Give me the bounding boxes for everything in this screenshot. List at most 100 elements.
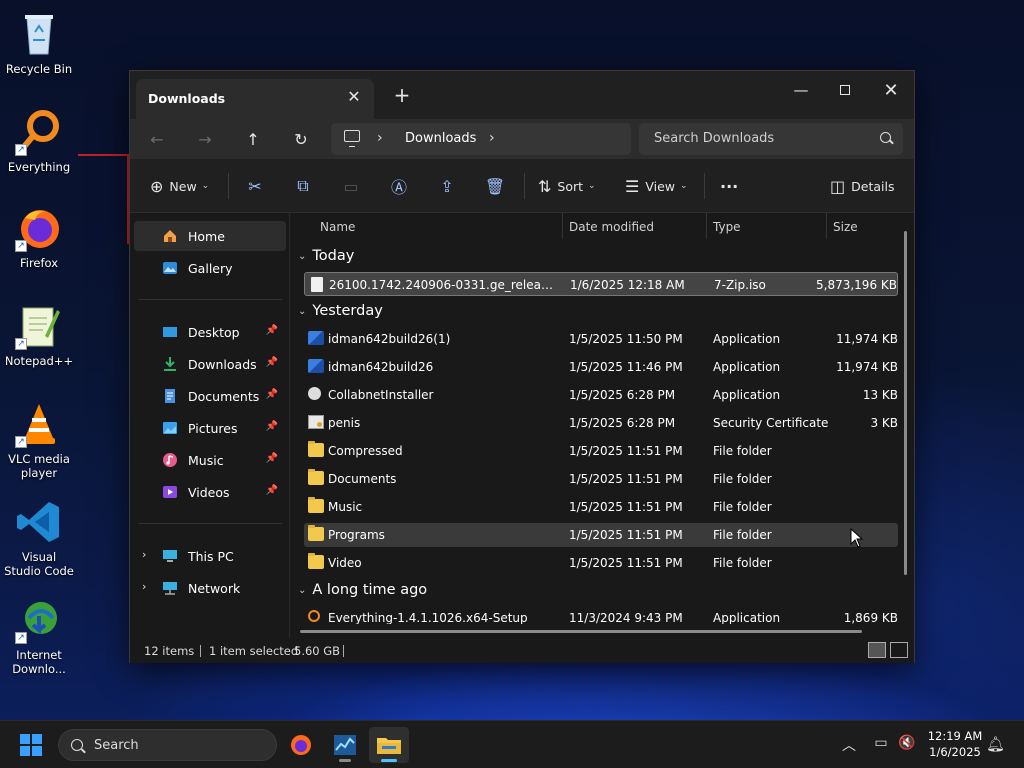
minimize-button[interactable]: —: [778, 75, 824, 105]
start-button[interactable]: [20, 734, 42, 756]
new-button[interactable]: ⊕ New ⌄: [150, 173, 209, 199]
desktop-icon-idm[interactable]: ↗ Internet Downlo...: [2, 596, 76, 676]
group-header-yesterday[interactable]: ⌄ Yesterday: [298, 299, 383, 323]
back-button[interactable]: ←: [141, 125, 173, 153]
internet-download-manager-icon: ↗: [15, 596, 63, 644]
chevron-down-icon: ⌄: [298, 305, 307, 317]
taskbar-task-manager[interactable]: [325, 727, 365, 763]
file-row[interactable]: idman642build26 1/5/2025 11:46 PM Applic…: [304, 355, 898, 379]
sidebar-item-gallery[interactable]: Gallery: [134, 253, 286, 283]
sidebar-item-label: Home: [188, 228, 225, 244]
pin-icon[interactable]: 📌: [266, 485, 278, 496]
breadcrumb-downloads[interactable]: Downloads: [405, 131, 476, 146]
view-button[interactable]: ☰ View ⌄: [625, 173, 688, 199]
search-input[interactable]: Search Downloads: [639, 123, 903, 155]
selection-count: 1 item selected: [209, 644, 299, 658]
address-bar[interactable]: › Downloads ›: [331, 123, 631, 155]
file-row[interactable]: 26100.1742.240906-0331.ge_release_svc_r.…: [304, 272, 898, 296]
file-size: 1,869 KB: [843, 611, 898, 624]
chevron-right-icon[interactable]: ›: [489, 130, 495, 146]
sidebar-item-videos[interactable]: Videos 📌: [134, 477, 286, 507]
chevron-right-icon[interactable]: ›: [142, 548, 146, 561]
horizontal-scrollbar[interactable]: [300, 630, 862, 633]
desktop-icon-firefox[interactable]: ↗ Firefox: [2, 204, 76, 270]
file-row[interactable]: Video 1/5/2025 11:51 PM File folder: [304, 551, 898, 575]
chevron-right-icon[interactable]: ›: [142, 580, 146, 593]
installer-icon: [308, 387, 321, 400]
pin-icon[interactable]: 📌: [266, 357, 278, 368]
taskbar-search-box[interactable]: Search: [58, 729, 277, 761]
pin-icon[interactable]: 📌: [266, 421, 278, 432]
sidebar-item-desktop[interactable]: Desktop 📌: [134, 317, 286, 347]
maximize-button[interactable]: [822, 75, 868, 105]
firefox-icon: ↗: [15, 204, 63, 252]
column-header-date[interactable]: Date modified: [569, 213, 654, 241]
file-row[interactable]: CollabnetInstaller 1/5/2025 6:28 PM Appl…: [304, 383, 898, 407]
notification-bell-icon[interactable]: 🔔︎: [986, 735, 1005, 753]
share-icon[interactable]: ⇪: [434, 173, 460, 199]
sidebar-item-home[interactable]: Home: [134, 221, 286, 251]
taskbar-file-explorer[interactable]: [369, 727, 409, 763]
paste-icon[interactable]: ▭: [338, 173, 364, 199]
file-row[interactable]: Documents 1/5/2025 11:51 PM File folder: [304, 467, 898, 491]
column-divider[interactable]: [826, 213, 827, 239]
tab-close-icon[interactable]: ✕: [344, 87, 364, 107]
tiles-view-icon[interactable]: [890, 642, 908, 658]
desktop-icon-vlc[interactable]: ↗ VLC media player: [2, 400, 76, 480]
windows-logo-pane: [20, 746, 30, 756]
new-tab-button[interactable]: +: [392, 85, 412, 105]
chevron-right-icon[interactable]: ›: [377, 130, 383, 146]
file-row[interactable]: penis 1/5/2025 6:28 PM Security Certific…: [304, 411, 898, 435]
vertical-scrollbar[interactable]: [904, 231, 907, 575]
desktop-icon-recycle-bin[interactable]: Recycle Bin: [2, 10, 76, 76]
column-header-type[interactable]: Type: [713, 213, 741, 241]
sort-button[interactable]: ⇅ Sort ⌄: [538, 173, 596, 199]
sidebar-item-documents[interactable]: Documents 📌: [134, 381, 286, 411]
pin-icon[interactable]: 📌: [266, 389, 278, 400]
desktop-icon-vscode[interactable]: Visual Studio Code: [2, 498, 76, 578]
show-hidden-icons-chevron-icon[interactable]: ︿: [842, 735, 856, 755]
pin-icon[interactable]: 📌: [266, 453, 278, 464]
group-header-today[interactable]: ⌄ Today: [298, 244, 354, 268]
file-row[interactable]: Compressed 1/5/2025 11:51 PM File folder: [304, 439, 898, 463]
file-name: idman642build26(1): [328, 332, 451, 346]
taskbar-firefox[interactable]: [281, 727, 321, 763]
sidebar-item-network[interactable]: › Network: [134, 573, 286, 603]
copy-icon[interactable]: ⧉: [290, 173, 316, 199]
up-button[interactable]: ↑: [237, 125, 269, 153]
refresh-button[interactable]: ↻: [285, 125, 317, 153]
column-header-name[interactable]: Name: [320, 213, 355, 241]
group-header-long-ago[interactable]: ⌄ A long time ago: [298, 578, 427, 602]
desktop-icon-label: Internet Downlo...: [12, 648, 66, 676]
file-row[interactable]: idman642build26(1) 1/5/2025 11:50 PM App…: [304, 327, 898, 351]
network-status-icon[interactable]: ▭: [872, 735, 890, 753]
sidebar-item-music[interactable]: Music 📌: [134, 445, 286, 475]
sidebar-item-downloads[interactable]: Downloads 📌: [134, 349, 286, 379]
file-row[interactable]: Programs 1/5/2025 11:51 PM File folder: [304, 523, 898, 547]
desktop-icon-label: Recycle Bin: [5, 62, 73, 76]
column-divider[interactable]: [562, 213, 563, 239]
tab-downloads[interactable]: Downloads ✕: [136, 79, 374, 119]
sidebar-item-this-pc[interactable]: › This PC: [134, 541, 286, 571]
file-row[interactable]: Music 1/5/2025 11:51 PM File folder: [304, 495, 898, 519]
column-divider[interactable]: [706, 213, 707, 239]
active-indicator: [381, 759, 397, 762]
file-date: 1/5/2025 11:51 PM: [569, 556, 683, 570]
system-clock[interactable]: 12:19 AM 1/6/2025: [922, 728, 988, 760]
forward-button[interactable]: →: [189, 125, 221, 153]
file-row[interactable]: Everything-1.4.1.1026.x64-Setup 11/3/202…: [304, 606, 898, 624]
close-button[interactable]: ✕: [868, 75, 914, 105]
desktop-icon-notepadpp[interactable]: ↗ Notepad++: [2, 302, 76, 368]
details-view-icon[interactable]: [868, 642, 886, 658]
details-button[interactable]: ◫ Details: [830, 173, 894, 199]
desktop-icon-everything[interactable]: ↗ Everything: [2, 108, 76, 174]
sidebar-item-pictures[interactable]: Pictures 📌: [134, 413, 286, 443]
more-options-button[interactable]: ···: [720, 173, 738, 199]
pin-icon[interactable]: 📌: [266, 325, 278, 336]
cut-icon[interactable]: ✂: [242, 173, 268, 199]
column-header-size[interactable]: Size: [833, 213, 858, 241]
delete-icon[interactable]: 🗑: [482, 173, 508, 199]
rename-icon[interactable]: Ⓐ: [386, 173, 412, 199]
volume-muted-icon[interactable]: 🔇: [898, 735, 916, 753]
file-name: CollabnetInstaller: [328, 388, 434, 402]
